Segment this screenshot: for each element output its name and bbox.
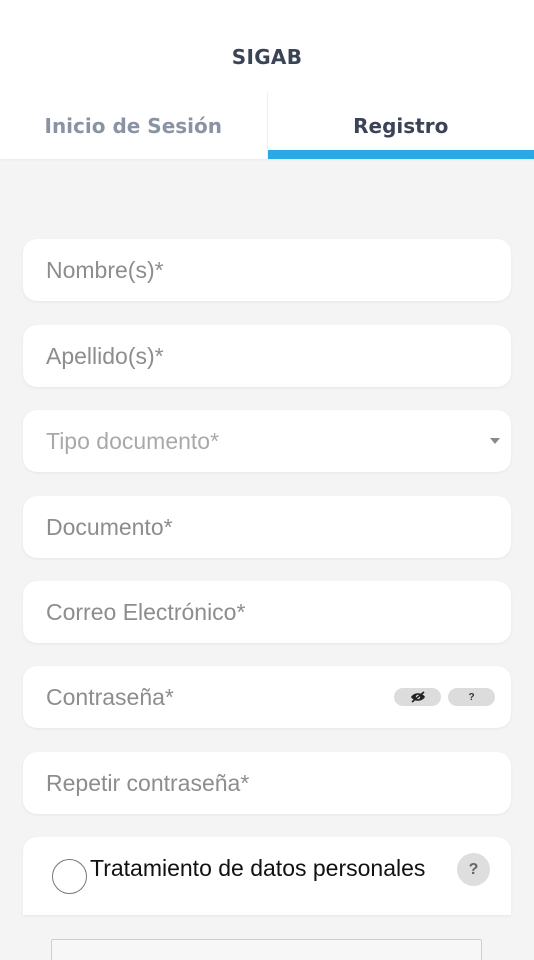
eye-off-icon: [410, 691, 426, 703]
password-field[interactable]: Contraseña* ?: [23, 666, 511, 728]
help-icon: ?: [468, 692, 474, 703]
consent-radio[interactable]: [52, 859, 87, 894]
email-placeholder: Correo Electrónico*: [46, 599, 245, 626]
data-consent-row: Tratamiento de datos personales ?: [23, 837, 511, 915]
toggle-password-visibility-button[interactable]: [394, 688, 441, 706]
repeat-password-field[interactable]: Repetir contraseña*: [23, 752, 511, 814]
last-name-field[interactable]: Apellido(s)*: [23, 325, 511, 387]
chevron-down-icon: [490, 438, 500, 444]
first-name-placeholder: Nombre(s)*: [46, 257, 164, 284]
app-title: SIGAB: [0, 45, 534, 69]
auth-tabs: Inicio de Sesión Registro: [0, 93, 534, 159]
document-type-select[interactable]: Tipo documento*: [23, 410, 511, 472]
document-placeholder: Documento*: [46, 514, 173, 541]
tab-register[interactable]: Registro: [268, 93, 534, 159]
tab-login[interactable]: Inicio de Sesión: [0, 93, 268, 159]
email-field[interactable]: Correo Electrónico*: [23, 581, 511, 643]
last-name-placeholder: Apellido(s)*: [46, 343, 164, 370]
help-icon: ?: [469, 861, 479, 879]
document-type-placeholder: Tipo documento*: [46, 428, 219, 455]
password-placeholder: Contraseña*: [46, 684, 174, 711]
consent-help-button[interactable]: ?: [457, 853, 490, 886]
app-header: SIGAB: [0, 0, 534, 94]
first-name-field[interactable]: Nombre(s)*: [23, 239, 511, 301]
consent-label: Tratamiento de datos personales: [90, 855, 425, 882]
password-help-button[interactable]: ?: [448, 688, 495, 706]
document-field[interactable]: Documento*: [23, 496, 511, 558]
repeat-password-placeholder: Repetir contraseña*: [46, 770, 249, 797]
